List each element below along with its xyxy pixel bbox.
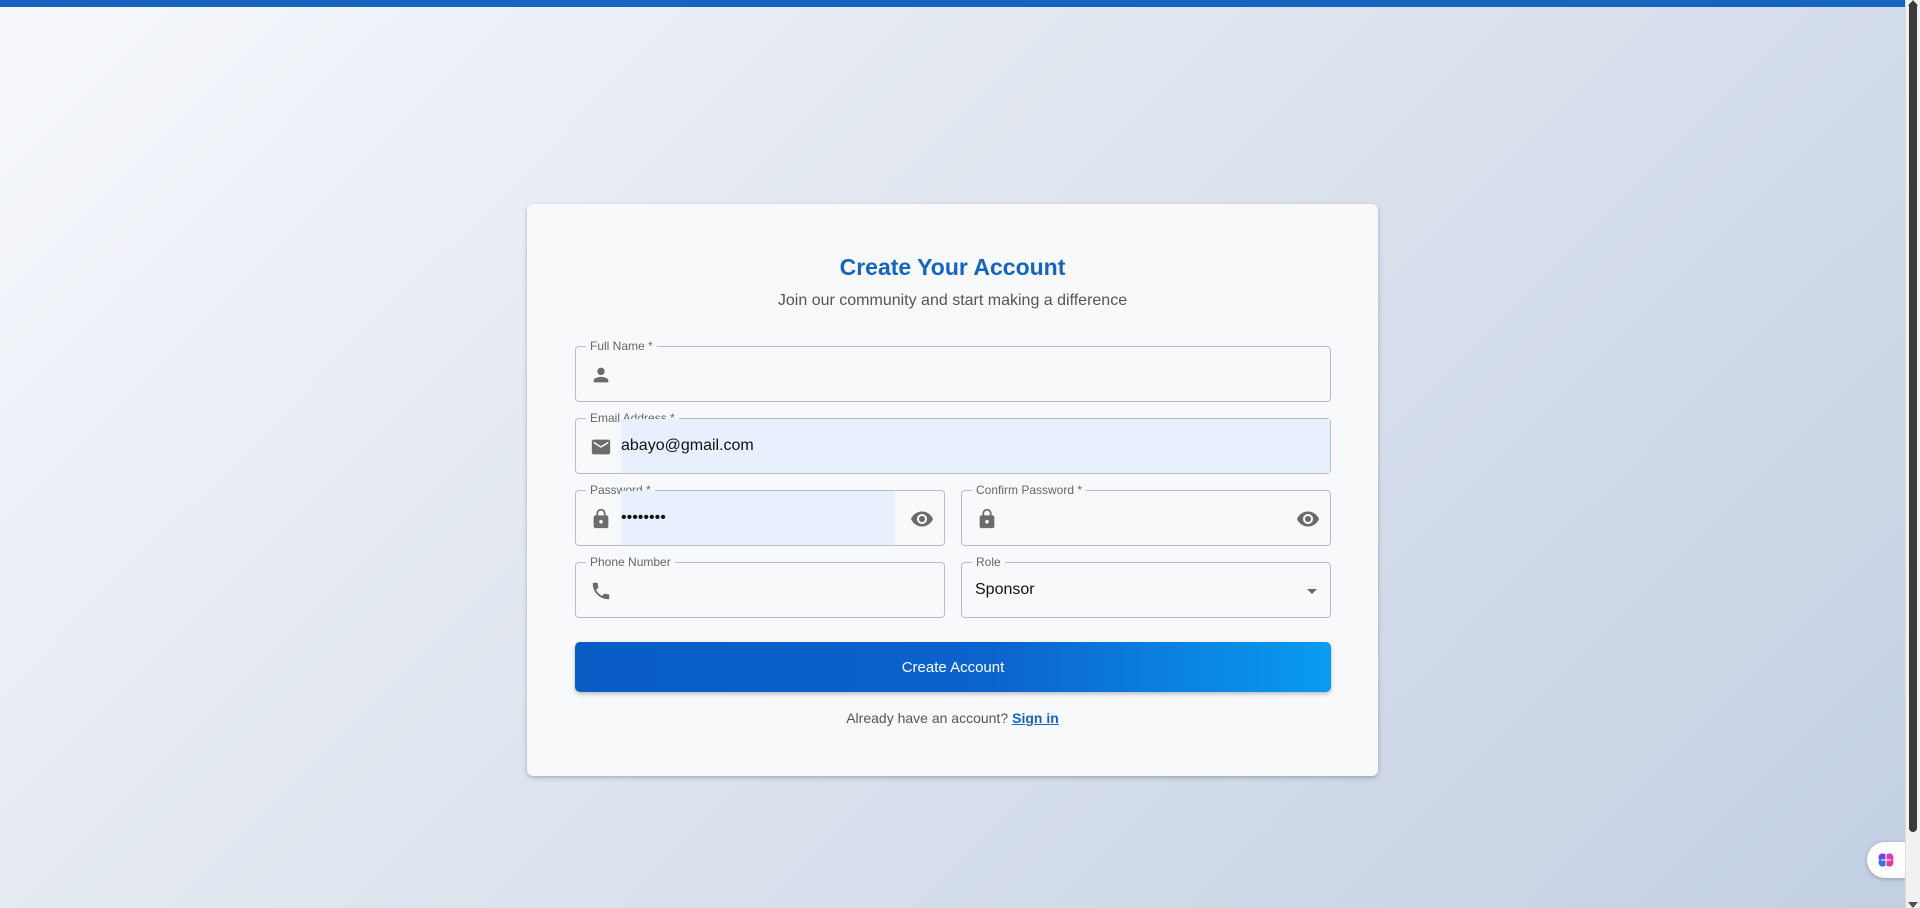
role-value: Sponsor bbox=[975, 581, 1035, 598]
eye-icon[interactable] bbox=[910, 507, 934, 531]
phone-field[interactable]: Phone Number bbox=[575, 554, 945, 618]
signin-prompt: Already have an account? Sign in bbox=[527, 710, 1378, 726]
chevron-down-icon[interactable] bbox=[1307, 589, 1317, 594]
page-scrollbar[interactable] bbox=[1905, 0, 1920, 908]
page-title: Create Your Account bbox=[839, 254, 1066, 280]
confirm-password-field[interactable]: Confirm Password * bbox=[961, 482, 1331, 546]
eye-icon[interactable] bbox=[1296, 507, 1320, 531]
assistant-widget[interactable] bbox=[1867, 842, 1905, 878]
scroll-down-icon[interactable] bbox=[1908, 902, 1918, 908]
confirm-password-input[interactable] bbox=[1007, 491, 1277, 545]
full-name-field[interactable]: Full Name * bbox=[575, 338, 1331, 402]
brain-icon bbox=[1878, 853, 1894, 867]
phone-icon bbox=[590, 580, 612, 602]
signin-link[interactable]: Sign in bbox=[1012, 710, 1059, 726]
lock-icon bbox=[976, 508, 998, 530]
password-field[interactable]: Password * bbox=[575, 482, 945, 546]
mail-icon bbox=[590, 436, 612, 458]
role-select[interactable]: Role Sponsor bbox=[961, 554, 1331, 618]
page-subtitle: Join our community and start making a di… bbox=[777, 292, 1128, 309]
phone-input[interactable] bbox=[621, 563, 931, 617]
top-accent-bar bbox=[0, 0, 1906, 7]
email-field[interactable]: Email Address * bbox=[575, 410, 1331, 474]
signup-card: Create Your Account Join our community a… bbox=[527, 204, 1378, 776]
password-input[interactable] bbox=[621, 491, 891, 545]
scrollbar-thumb[interactable] bbox=[1909, 2, 1917, 832]
full-name-input[interactable] bbox=[621, 347, 1321, 401]
signin-prompt-text: Already have an account? bbox=[846, 710, 1009, 726]
person-icon bbox=[590, 364, 612, 386]
create-account-button[interactable]: Create Account bbox=[575, 642, 1331, 692]
email-input[interactable] bbox=[621, 419, 1321, 473]
lock-icon bbox=[590, 508, 612, 530]
